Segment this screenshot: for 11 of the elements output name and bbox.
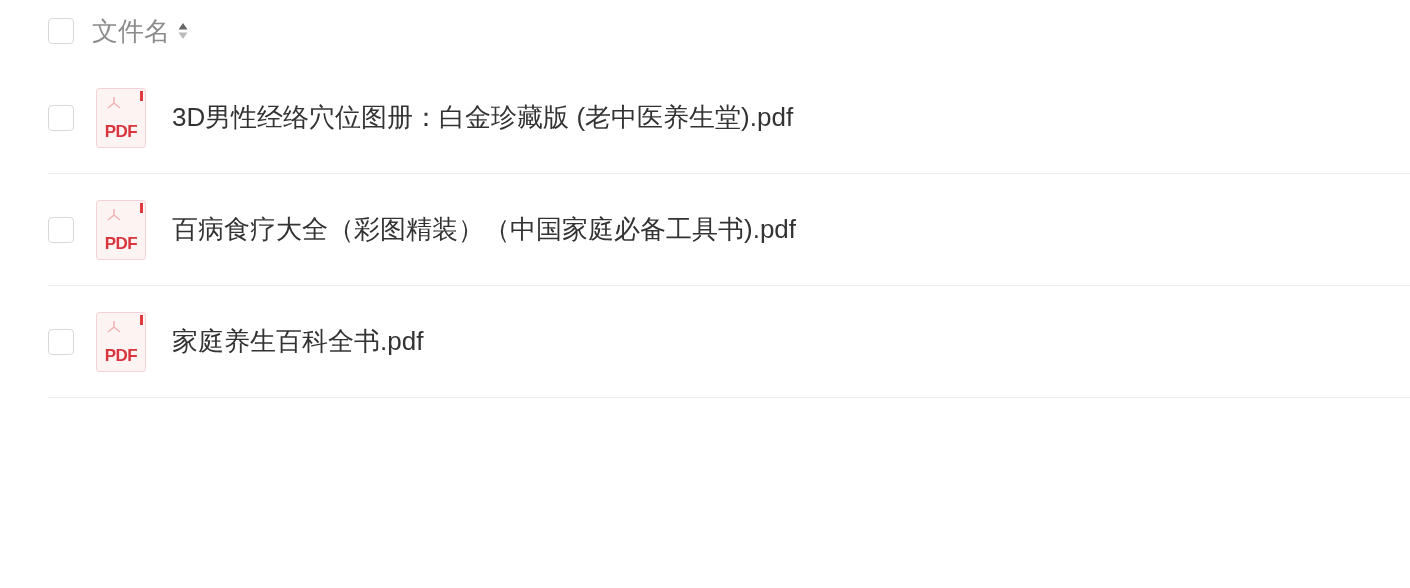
row-checkbox[interactable] [48, 104, 74, 131]
select-all-checkbox[interactable] [48, 18, 74, 44]
sort-icon[interactable] [178, 21, 188, 41]
pdf-file-icon: PDF [96, 199, 146, 260]
file-name[interactable]: 家庭养生百科全书.pdf [172, 324, 424, 359]
row-checkbox[interactable] [48, 216, 74, 243]
pdf-file-icon: PDF [96, 87, 146, 148]
row-checkbox[interactable] [48, 328, 74, 355]
file-name[interactable]: 百病食疗大全（彩图精装）（中国家庭必备工具书).pdf [172, 212, 797, 247]
file-name[interactable]: 3D男性经络穴位图册：白金珍藏版 (老中医养生堂).pdf [172, 100, 794, 135]
pdf-file-icon: PDF [96, 311, 146, 372]
